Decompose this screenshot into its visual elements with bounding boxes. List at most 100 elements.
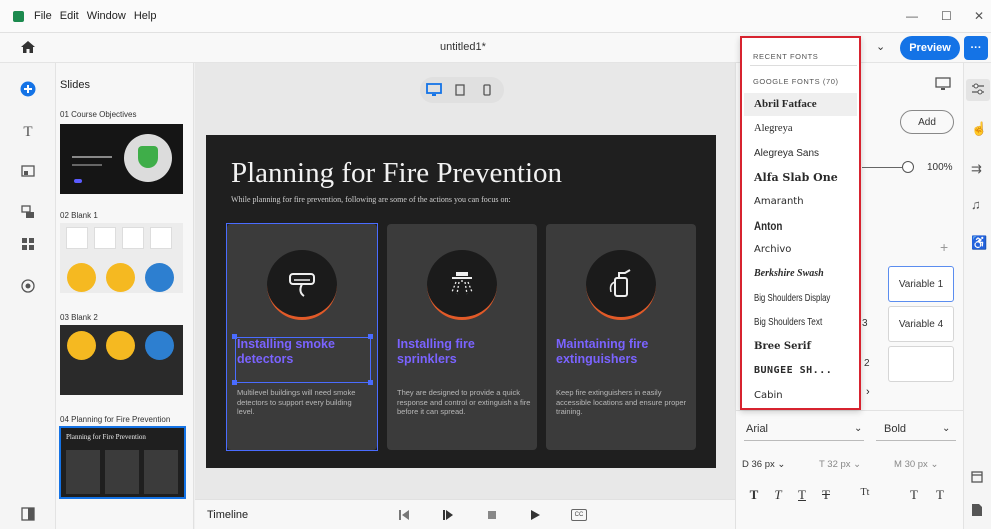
font-dropdown-menu[interactable]: RECENT FONTS GOOGLE FONTS (70) Abril Fat…: [740, 36, 861, 410]
properties-sliders-icon[interactable]: [971, 83, 985, 98]
card-fire-extinguishers[interactable]: Maintaining fire extinguishers Keep fire…: [546, 224, 696, 450]
text-case-button[interactable]: Tt: [853, 487, 877, 505]
card-body[interactable]: Multilevel buildings will need smoke det…: [237, 388, 371, 417]
accessibility-icon[interactable]: ♿: [971, 235, 987, 251]
card-body[interactable]: Keep fire extinguishers in easily access…: [556, 388, 690, 417]
opacity-slider-track[interactable]: [862, 167, 902, 168]
font-option-bree-serif[interactable]: Bree Serif: [754, 341, 811, 352]
mobile-view-icon[interactable]: [482, 83, 492, 100]
thumb-card: [105, 450, 139, 494]
card-title[interactable]: Maintaining fire extinguishers: [556, 337, 694, 367]
size-desktop[interactable]: D 36 px ⌄: [742, 459, 785, 470]
selection-handle[interactable]: [232, 334, 237, 339]
document-icon[interactable]: [971, 503, 983, 520]
record-icon[interactable]: [16, 275, 40, 297]
slide-canvas[interactable]: Planning for Fire Prevention While plann…: [206, 135, 716, 468]
captions-button[interactable]: CC: [571, 509, 587, 521]
font-option-cabin[interactable]: Cabin: [754, 390, 783, 401]
card-body[interactable]: They are designed to provide a quick res…: [397, 388, 531, 417]
plus-icon[interactable]: +: [940, 239, 948, 255]
timeline-label[interactable]: Timeline: [207, 509, 248, 521]
thumb-illustration: [66, 227, 88, 249]
layout-icon[interactable]: [971, 471, 983, 486]
font-option-alfa-slab-one[interactable]: Alfa Slab One: [754, 171, 838, 184]
lightbulb-icon: [106, 263, 135, 292]
card-fire-sprinklers[interactable]: Installing fire sprinklers They are desi…: [387, 224, 537, 450]
selection-handle[interactable]: [368, 334, 373, 339]
interactions-icon[interactable]: [16, 201, 40, 223]
chevron-down-icon[interactable]: ⌄: [876, 40, 885, 53]
audio-icon[interactable]: ♫: [971, 197, 981, 212]
slide-label-2: 02 Blank 1: [60, 211, 98, 220]
slide-thumbnail-4[interactable]: Planning for Fire Prevention: [61, 428, 184, 497]
desktop-view-icon[interactable]: [426, 82, 442, 101]
slide-thumbnail-1[interactable]: [60, 124, 183, 194]
size-tablet[interactable]: T 32 px ⌄: [819, 459, 861, 470]
lightbulb-icon: [145, 263, 174, 292]
variable-empty-button[interactable]: [888, 346, 954, 382]
selection-handle[interactable]: [368, 380, 373, 385]
subscript-button[interactable]: T: [930, 487, 950, 505]
slide-thumbnail-2[interactable]: [60, 223, 183, 293]
minimize-button[interactable]: —: [906, 9, 918, 23]
font-option-alegreya[interactable]: Alegreya: [754, 123, 792, 134]
menu-window[interactable]: Window: [87, 10, 126, 22]
font-weight-value: Bold: [884, 423, 907, 435]
font-option-amaranth[interactable]: Amaranth: [754, 196, 804, 207]
preview-button[interactable]: Preview: [900, 36, 960, 60]
slide-subtitle[interactable]: While planning for fire prevention, foll…: [231, 195, 511, 204]
stop-icon[interactable]: [486, 509, 498, 524]
font-option-abril-fatface[interactable]: Abril Fatface: [754, 98, 817, 110]
italic-button[interactable]: T: [768, 487, 788, 505]
chevron-right-icon[interactable]: ›: [866, 386, 870, 398]
tablet-view-icon[interactable]: [454, 83, 466, 100]
add-slide-icon[interactable]: [16, 78, 40, 100]
font-family-select[interactable]: Arial ⌄: [744, 419, 864, 441]
bold-button[interactable]: T: [744, 487, 764, 505]
home-icon[interactable]: [20, 40, 36, 54]
more-options-button[interactable]: ···: [964, 36, 988, 60]
font-option-anton[interactable]: Anton: [754, 219, 782, 233]
menu-edit[interactable]: Edit: [60, 10, 79, 22]
font-option-berkshire-swash[interactable]: Berkshire Swash: [754, 268, 824, 279]
panel-toggle-icon[interactable]: [16, 503, 40, 525]
media-icon[interactable]: [16, 161, 40, 183]
slide-thumbnail-3[interactable]: [60, 325, 183, 395]
add-button[interactable]: Add: [900, 110, 954, 134]
size-label-mobile: M: [894, 459, 902, 470]
superscript-button[interactable]: T: [904, 487, 924, 505]
font-option-archivo[interactable]: Archivo: [754, 244, 791, 255]
font-option-big-shoulders-text[interactable]: Big Shoulders Text: [754, 317, 822, 328]
size-label-desktop: D: [742, 459, 749, 470]
selection-handle[interactable]: [232, 380, 237, 385]
underline-button[interactable]: T: [792, 487, 812, 505]
card-title[interactable]: Installing fire sprinklers: [397, 337, 535, 367]
interaction-touch-icon[interactable]: ☝: [971, 121, 987, 137]
assets-grid-icon[interactable]: [16, 233, 40, 255]
text-selection-box[interactable]: [235, 337, 371, 383]
thumb-button: [74, 179, 82, 183]
variable-4-button[interactable]: Variable 4: [888, 306, 954, 342]
animation-icon[interactable]: ⇉: [971, 161, 982, 177]
font-option-bungee-shade[interactable]: BUNGEE SH...: [754, 365, 832, 376]
size-mobile[interactable]: M 30 px ⌄: [894, 459, 938, 470]
menu-file[interactable]: File: [34, 10, 52, 22]
step-forward-icon[interactable]: [442, 509, 454, 524]
screen-icon[interactable]: [935, 77, 951, 94]
step-back-icon[interactable]: [398, 509, 410, 524]
chevron-down-icon: ⌄: [942, 423, 951, 434]
text-tool-icon[interactable]: T: [16, 121, 40, 143]
variable-1-button[interactable]: Variable 1: [888, 266, 954, 302]
play-icon[interactable]: [529, 509, 541, 524]
thumb-illustration: [94, 227, 116, 249]
opacity-slider-handle[interactable]: [902, 161, 914, 173]
close-button[interactable]: ✕: [974, 9, 984, 23]
lightbulb-icon: [67, 331, 96, 360]
strikethrough-button[interactable]: T: [816, 487, 836, 505]
font-weight-select[interactable]: Bold ⌄: [876, 419, 956, 441]
menu-help[interactable]: Help: [134, 10, 157, 22]
font-option-alegreya-sans[interactable]: Alegreya Sans: [754, 148, 819, 159]
maximize-button[interactable]: ☐: [941, 9, 952, 23]
slide-title[interactable]: Planning for Fire Prevention: [231, 157, 562, 190]
font-option-big-shoulders-display[interactable]: Big Shoulders Display: [754, 293, 830, 304]
